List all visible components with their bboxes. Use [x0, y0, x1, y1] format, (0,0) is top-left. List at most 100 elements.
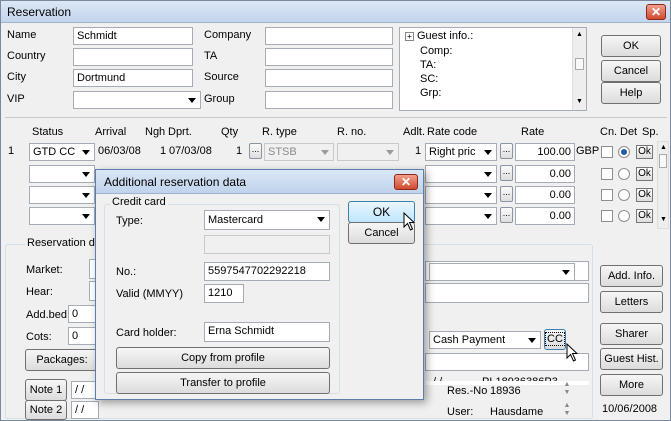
country-field[interactable]	[73, 48, 193, 66]
ellipsis-button[interactable]: ...	[500, 143, 513, 159]
ok-small-button[interactable]: Ok	[636, 209, 653, 223]
help-button[interactable]: Help	[601, 82, 661, 104]
ellipsis-button[interactable]: ...	[249, 143, 262, 159]
status-select[interactable]	[29, 186, 95, 204]
det-radio[interactable]	[618, 210, 630, 222]
note1-button[interactable]: Note 1	[25, 379, 67, 401]
close-icon[interactable]: ✕	[646, 4, 666, 20]
valid-field[interactable]: 1210	[204, 284, 244, 303]
ellipsis-button[interactable]: ...	[500, 207, 513, 223]
add-info-button[interactable]: Add. Info.	[600, 265, 663, 287]
col-header: Cn.	[600, 126, 618, 138]
status-select[interactable]: GTD CC	[29, 143, 95, 161]
rate-field[interactable]: 0.00	[515, 186, 575, 204]
ok-small-button[interactable]: Ok	[636, 167, 653, 181]
type-label: Type:	[116, 215, 143, 227]
rate-code-select[interactable]	[425, 207, 497, 225]
col-header: Ngh	[145, 126, 166, 138]
cancel-button[interactable]: Cancel	[601, 60, 661, 82]
ellipsis-button[interactable]: ...	[500, 186, 513, 202]
vip-select[interactable]	[73, 91, 201, 109]
resno-label: Res.-No	[447, 385, 488, 397]
scroll-thumb[interactable]	[575, 58, 584, 70]
adults-value[interactable]: 1	[415, 145, 421, 157]
scroll-down-icon[interactable]: ▼	[660, 216, 667, 223]
payment-select[interactable]: Cash Payment	[429, 331, 541, 349]
card-holder-field[interactable]: Erna Schmidt	[204, 322, 330, 342]
det-radio[interactable]	[618, 168, 630, 180]
name-field[interactable]: Schmidt	[73, 27, 193, 45]
det-radio[interactable]	[618, 146, 630, 158]
company-label: Company	[204, 29, 252, 41]
nights-value[interactable]: 1	[160, 145, 166, 157]
arrival-value[interactable]: 06/03/08	[98, 145, 141, 157]
room-no-select[interactable]	[337, 143, 399, 161]
letters-button[interactable]: Letters	[600, 291, 663, 313]
name-label: Name	[7, 29, 37, 41]
grid-scrollbar[interactable]: ▲ ▼	[657, 141, 669, 229]
departure-value[interactable]: 07/03/08	[169, 145, 212, 157]
cn-checkbox[interactable]	[601, 210, 613, 222]
col-header: R. no.	[337, 126, 367, 138]
cc-label: CC	[545, 332, 565, 346]
ta-field[interactable]	[265, 48, 393, 66]
det-radio[interactable]	[618, 189, 630, 201]
title-bar[interactable]: Reservation ✕	[1, 1, 670, 23]
col-header: Rate code	[427, 126, 478, 138]
scroll-up-icon[interactable]: ▲	[660, 144, 667, 151]
sharer-button[interactable]: Sharer	[600, 323, 663, 345]
resno-spinner[interactable]: ▲ ▼	[561, 381, 573, 399]
currency-label: GBP	[576, 145, 600, 157]
rate-field[interactable]: 100.00	[515, 143, 575, 161]
cn-checkbox[interactable]	[601, 146, 613, 158]
status-select[interactable]	[29, 207, 95, 225]
ok-button[interactable]: OK	[601, 35, 661, 57]
rate-field[interactable]: 0.00	[515, 165, 575, 183]
detail-field[interactable]	[425, 353, 589, 371]
rate-field[interactable]: 0.00	[515, 207, 575, 225]
scroll-up-icon[interactable]: ▲	[576, 31, 583, 38]
ok-small-button[interactable]: Ok	[636, 188, 653, 202]
card-number-field[interactable]: 5597547702292218	[204, 262, 330, 281]
detail-field[interactable]	[425, 283, 589, 303]
guest-history-button[interactable]: Guest Hist.	[600, 348, 663, 370]
dialog-title-bar[interactable]: Additional reservation data ✕	[96, 170, 423, 194]
group-field[interactable]	[265, 91, 393, 109]
note2-button[interactable]: Note 2	[25, 400, 67, 420]
note2-date[interactable]: / /	[71, 401, 99, 419]
packages-button[interactable]: Packages:	[25, 349, 99, 371]
guest-info-tree[interactable]: + Guest info.: Comp: TA: SC: Grp: ▲ ▼	[399, 27, 587, 111]
city-field[interactable]: Dortmund	[73, 69, 193, 87]
company-field[interactable]	[265, 27, 393, 45]
col-header: Arrival	[95, 126, 127, 138]
more-button[interactable]: More	[600, 374, 663, 396]
scroll-down-icon[interactable]: ▼	[576, 98, 583, 105]
status-select[interactable]	[29, 165, 95, 183]
user-spinner[interactable]: ▲ ▼	[561, 402, 573, 420]
col-header: Det	[620, 126, 638, 138]
additional-reservation-dialog: Additional reservation data ✕ Credit car…	[95, 169, 424, 400]
card-type-select[interactable]: Mastercard	[204, 210, 330, 230]
tree-scrollbar[interactable]: ▲ ▼	[572, 28, 586, 110]
dialog-close-icon[interactable]: ✕	[394, 174, 418, 190]
ellipsis-button[interactable]: ...	[500, 165, 513, 181]
scroll-thumb[interactable]	[659, 154, 667, 168]
cots-label: Cots:	[26, 331, 52, 343]
source-field[interactable]	[265, 69, 393, 87]
cn-checkbox[interactable]	[601, 189, 613, 201]
qty-value[interactable]: 1	[236, 145, 242, 157]
copy-from-profile-button[interactable]: Copy from profile	[116, 347, 330, 369]
cn-checkbox[interactable]	[601, 168, 613, 180]
detail-select[interactable]	[429, 263, 575, 281]
cc-button[interactable]: CC	[544, 329, 566, 350]
resno-value: 18936	[490, 385, 521, 397]
rate-code-select[interactable]: Right pric	[425, 143, 497, 161]
transfer-to-profile-button[interactable]: Transfer to profile	[116, 372, 330, 394]
tree-item: Grp:	[420, 87, 442, 99]
expand-icon[interactable]: +	[405, 32, 414, 41]
city-label: City	[7, 71, 26, 83]
rate-code-select[interactable]	[425, 165, 497, 183]
ok-small-button[interactable]: Ok	[636, 145, 653, 159]
room-type-select[interactable]: STSB	[264, 143, 334, 161]
rate-code-select[interactable]	[425, 186, 497, 204]
